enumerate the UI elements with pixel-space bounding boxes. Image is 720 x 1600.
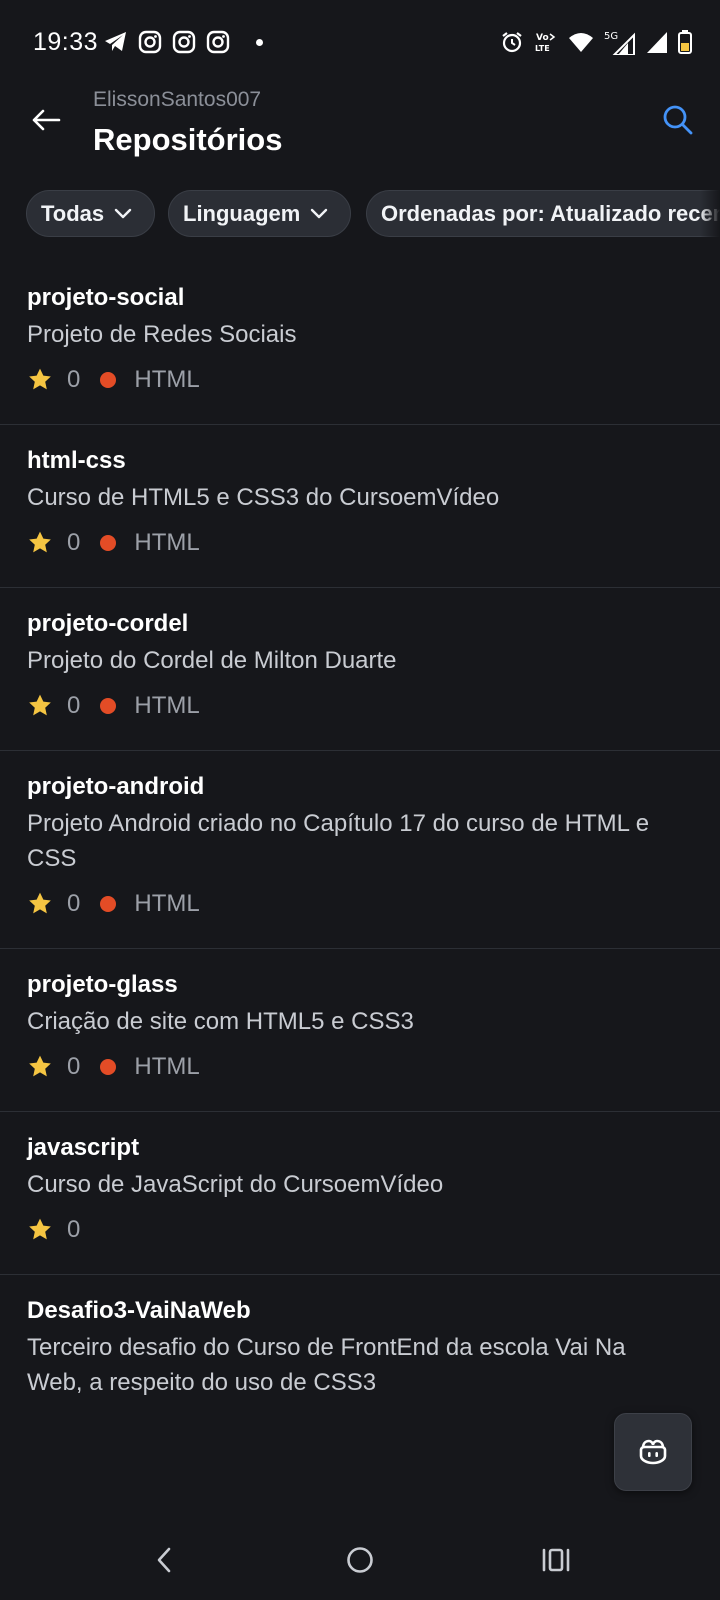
- svg-text:5G: 5G: [604, 31, 618, 42]
- arrow-left-icon: [32, 109, 61, 131]
- star-count: 0: [67, 1053, 81, 1080]
- instagram-icon: [206, 30, 230, 54]
- language-filter-label: Linguagem: [183, 200, 301, 226]
- filter-bar: Todas Linguagem Ordenadas por: Atualizad…: [26, 190, 720, 238]
- app-header: ElissonSantos007 Repositórios: [0, 84, 720, 174]
- repo-meta: 0: [27, 1214, 720, 1246]
- sort-filter-label: Ordenadas por: Atualizado recentemente: [381, 200, 720, 226]
- status-right-icons: Vo LTE 5G: [500, 28, 692, 56]
- repo-list-item[interactable]: Desafio3-VaiNaWeb Terceiro desafio do Cu…: [0, 1275, 720, 1400]
- repo-language: HTML: [134, 366, 200, 393]
- star-icon: [27, 1054, 53, 1080]
- search-icon: [663, 105, 693, 135]
- page-title: Repositórios: [93, 122, 283, 157]
- instagram-icon: [172, 30, 196, 54]
- notification-dot: [256, 38, 263, 46]
- repo-list-item[interactable]: html-css Curso de HTML5 e CSS3 do Cursoe…: [0, 425, 720, 588]
- star-icon: [27, 367, 53, 393]
- star-count: 0: [67, 366, 81, 393]
- repo-description: Criação de site com HTML5 e CSS3: [27, 1008, 414, 1035]
- chevron-down-icon: [114, 208, 132, 220]
- repo-name: javascript: [27, 1134, 140, 1161]
- language-color-dot: [100, 535, 117, 551]
- repo-name: Desafio3-VaiNaWeb: [27, 1297, 251, 1324]
- repo-meta: 0 HTML: [27, 364, 720, 396]
- language-filter-chip[interactable]: Linguagem: [168, 190, 351, 237]
- repo-language: HTML: [134, 529, 200, 556]
- system-nav-bar: [0, 1520, 720, 1600]
- screen: 19:33 Vo LTE 5G ElissonSantos007 Reposit…: [0, 0, 720, 1600]
- repo-name: projeto-glass: [27, 971, 178, 998]
- copilot-icon: [639, 1439, 667, 1465]
- repo-name: html-css: [27, 447, 126, 474]
- star-icon: [27, 1217, 53, 1243]
- nav-back-button[interactable]: [142, 1538, 186, 1582]
- repo-description: Curso de HTML5 e CSS3 do CursoemVídeo: [27, 484, 500, 511]
- back-icon: [157, 1547, 171, 1573]
- repo-owner: ElissonSantos007: [93, 88, 262, 111]
- star-count: 0: [67, 890, 81, 917]
- repo-name: projeto-cordel: [27, 610, 189, 637]
- repo-description: Terceiro desafio do Curso de FrontEnd da…: [27, 1334, 626, 1396]
- language-color-dot: [100, 372, 117, 388]
- star-count: 0: [67, 692, 81, 719]
- repo-description: Projeto do Cordel de Milton Duarte: [27, 647, 397, 674]
- star-count: 0: [67, 529, 81, 556]
- status-time: 19:33: [33, 28, 99, 56]
- repo-description: Projeto de Redes Sociais: [27, 321, 297, 348]
- status-bar: 19:33 Vo LTE 5G: [0, 0, 720, 84]
- signal-icon: [647, 32, 667, 53]
- repo-language: HTML: [134, 692, 200, 719]
- star-icon: [27, 530, 53, 556]
- status-left-icons: [104, 28, 263, 56]
- sort-filter-chip[interactable]: Ordenadas por: Atualizado recentemente: [366, 190, 720, 237]
- telegram-icon: [105, 32, 126, 51]
- svg-text:Vo: Vo: [536, 33, 549, 43]
- star-icon: [27, 693, 53, 719]
- repo-meta: 0 HTML: [27, 527, 720, 559]
- type-filter-label: Todas: [41, 200, 105, 226]
- repo-description: Curso de JavaScript do CursoemVídeo: [27, 1171, 444, 1198]
- language-color-dot: [100, 896, 117, 912]
- search-button[interactable]: [658, 100, 698, 140]
- repo-meta: 0 HTML: [27, 1051, 720, 1083]
- type-filter-chip[interactable]: Todas: [26, 190, 155, 237]
- repo-description: Projeto Android criado no Capítulo 17 do…: [27, 810, 650, 872]
- star-icon: [27, 891, 53, 917]
- repo-list-item[interactable]: projeto-social Projeto de Redes Sociais …: [0, 262, 720, 425]
- language-color-dot: [100, 698, 117, 714]
- repo-meta: 0 HTML: [27, 888, 720, 920]
- volte-icon: Vo LTE: [535, 33, 556, 53]
- repo-list-item[interactable]: projeto-cordel Projeto do Cordel de Milt…: [0, 588, 720, 751]
- home-icon: [347, 1547, 373, 1573]
- nav-home-button[interactable]: [338, 1538, 382, 1582]
- repo-list: projeto-social Projeto de Redes Sociais …: [0, 262, 720, 1400]
- chevron-down-icon: [310, 208, 328, 220]
- nav-recents-button[interactable]: [534, 1538, 578, 1582]
- repo-language: HTML: [134, 890, 200, 917]
- battery-icon: [678, 30, 692, 54]
- star-count: 0: [67, 1216, 81, 1243]
- instagram-icon: [138, 30, 162, 54]
- alarm-icon: [502, 32, 522, 53]
- repo-list-item[interactable]: projeto-glass Criação de site com HTML5 …: [0, 949, 720, 1112]
- repo-list-item[interactable]: javascript Curso de JavaScript do Cursoe…: [0, 1112, 720, 1275]
- back-button[interactable]: [26, 100, 66, 140]
- recents-icon: [542, 1548, 570, 1572]
- repo-language: HTML: [134, 1053, 200, 1080]
- language-color-dot: [100, 1059, 117, 1075]
- repo-name: projeto-social: [27, 284, 185, 311]
- scroll-fade: [700, 190, 720, 238]
- repo-meta: 0 HTML: [27, 690, 720, 722]
- signal-5g-icon: 5G: [604, 31, 635, 55]
- copilot-button[interactable]: [614, 1413, 692, 1491]
- wifi-icon: [569, 33, 593, 52]
- svg-text:LTE: LTE: [535, 44, 550, 53]
- repo-list-item[interactable]: projeto-android Projeto Android criado n…: [0, 751, 720, 949]
- repo-name: projeto-android: [27, 773, 205, 800]
